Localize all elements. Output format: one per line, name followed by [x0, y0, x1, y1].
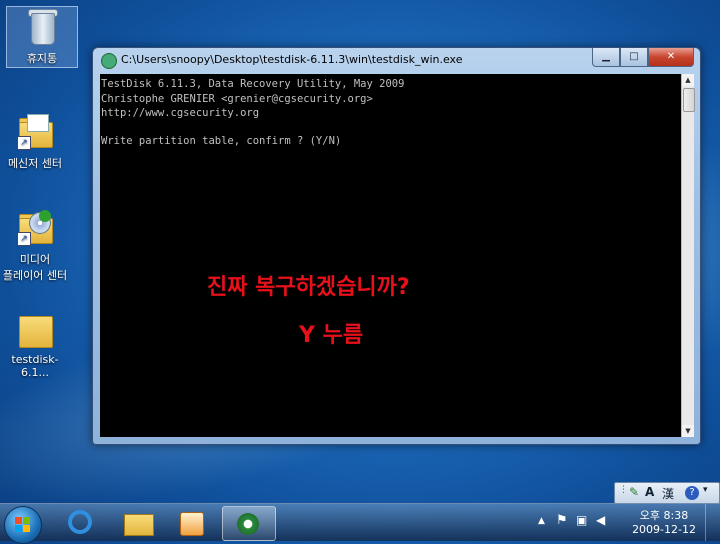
scroll-up-arrow-icon[interactable]: ▲	[682, 74, 694, 86]
network-icon[interactable]: ▣	[576, 513, 587, 527]
close-button[interactable]: ✕	[648, 48, 694, 67]
folder-icon	[15, 310, 55, 350]
console-line: TestDisk 6.11.3, Data Recovery Utility, …	[101, 78, 405, 90]
ime-options-icon[interactable]: ▾	[703, 485, 708, 495]
clock-date: 2009-12-12	[632, 523, 696, 536]
annotation-press-y-text: Y 누름	[299, 323, 364, 348]
desktop-icon-label: 휴지통	[26, 52, 58, 65]
ime-mode-button[interactable]: A	[645, 485, 654, 499]
console-window[interactable]: C:\Users\snoopy\Desktop\testdisk-6.11.3\…	[92, 47, 701, 445]
app-icon	[101, 53, 117, 69]
ime-language-bar[interactable]: ⋮ ✎ A 漢 ? ▾	[614, 482, 720, 504]
desktop-icon-label: 미디어	[19, 253, 51, 266]
internet-explorer-icon	[68, 510, 92, 534]
grip-icon: ⋮	[619, 485, 628, 495]
desktop-icon-media-player-center[interactable]: ↗ 미디어 플레이어 센터	[0, 208, 70, 283]
volume-icon[interactable]: ◀	[596, 513, 605, 527]
action-center-flag-icon[interactable]: ⚑	[556, 513, 568, 528]
messenger-folder-icon: ↗	[15, 112, 55, 152]
ime-pen-icon[interactable]: ✎	[629, 485, 639, 499]
annotation-confirm-text: 진짜 복구하겠습니까?	[207, 275, 410, 300]
taskbar-internet-explorer[interactable]	[56, 506, 108, 539]
console-output[interactable]: TestDisk 6.11.3, Data Recovery Utility, …	[100, 74, 681, 437]
folder-icon	[124, 514, 154, 536]
desktop-icon-label: testdisk-6.1...	[11, 353, 59, 379]
notification-area: ▲ ⚑ ▣ ◀ 오후 8:38 2009-12-12	[530, 504, 720, 541]
console-line: Christophe GRENIER <grenier@cgsecurity.o…	[101, 93, 373, 105]
window-title: C:\Users\snoopy\Desktop\testdisk-6.11.3\…	[121, 53, 463, 66]
desktop-icon-testdisk-folder[interactable]: testdisk-6.1...	[0, 310, 70, 379]
clock[interactable]: 오후 8:38 2009-12-12	[632, 509, 696, 537]
testdisk-icon	[237, 513, 259, 535]
desktop-icon-messenger-center[interactable]: ↗ 메신저 센터	[0, 112, 70, 171]
maximize-button[interactable]: □	[620, 48, 648, 67]
media-player-icon	[180, 512, 204, 536]
show-hidden-icons-icon[interactable]: ▲	[538, 516, 545, 526]
media-player-icon: ↗	[15, 208, 55, 248]
taskbar: ▲ ⚑ ▣ ◀ 오후 8:38 2009-12-12	[0, 503, 720, 544]
scroll-thumb[interactable]	[683, 88, 695, 112]
desktop-icon-label: 메신저 센터	[7, 157, 63, 170]
windows-logo-icon	[15, 517, 31, 533]
scroll-down-arrow-icon[interactable]: ▼	[682, 425, 694, 437]
start-button[interactable]	[4, 506, 42, 544]
console-line: http://www.cgsecurity.org	[101, 107, 260, 119]
taskbar-explorer[interactable]	[112, 506, 164, 539]
ime-hanja-button[interactable]: 漢	[662, 485, 674, 502]
desktop-icon-recycle-bin[interactable]: 휴지통	[6, 6, 78, 68]
taskbar-testdisk[interactable]	[222, 506, 276, 541]
taskbar-media-player[interactable]	[166, 506, 218, 539]
recycle-bin-icon	[22, 7, 62, 47]
vertical-scrollbar[interactable]: ▲ ▼	[681, 74, 695, 437]
minimize-button[interactable]: ▁	[592, 48, 620, 67]
clock-time: 오후 8:38	[639, 509, 689, 522]
ime-help-button[interactable]: ?	[685, 486, 699, 500]
console-prompt: Write partition table, confirm ? (Y/N)	[101, 135, 342, 147]
window-titlebar[interactable]: C:\Users\snoopy\Desktop\testdisk-6.11.3\…	[93, 48, 700, 72]
desktop-icon-label-line2: 플레이어 센터	[2, 269, 68, 282]
show-desktop-button[interactable]	[705, 504, 720, 541]
